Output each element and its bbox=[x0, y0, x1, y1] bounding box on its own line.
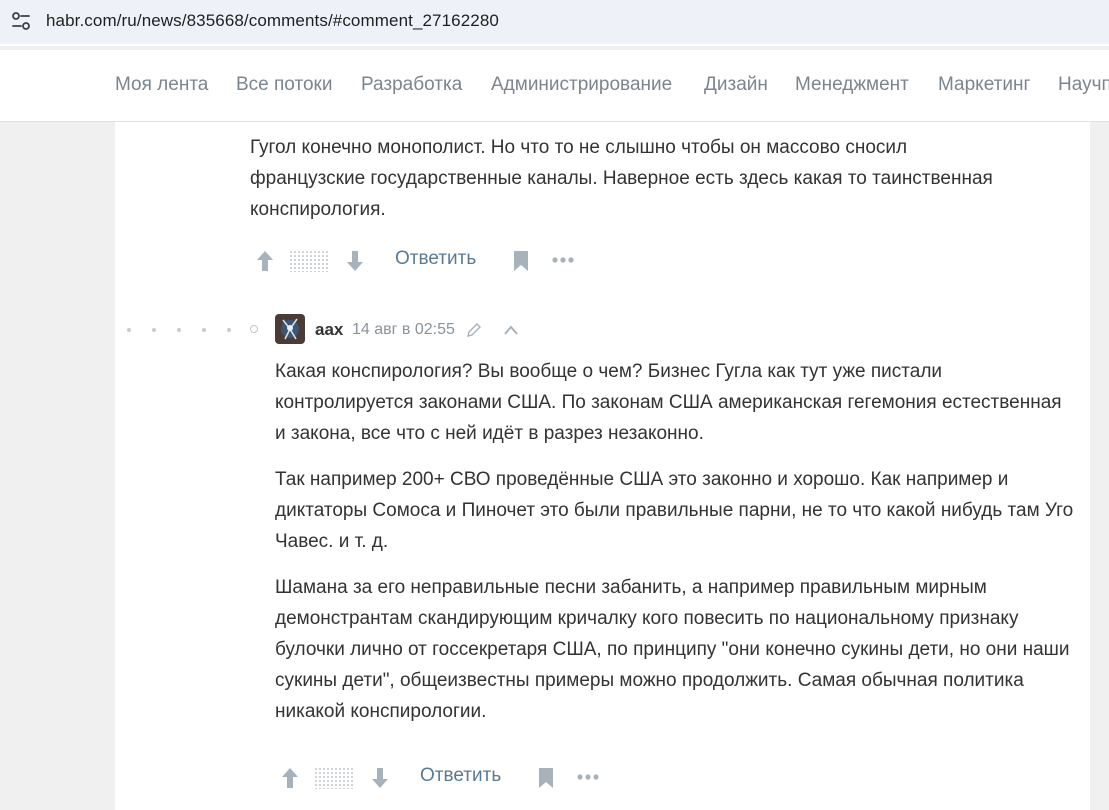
thread-branch-marker bbox=[250, 325, 258, 333]
browser-toolbar: habr.com/ru/news/835668/comments/#commen… bbox=[0, 0, 1109, 46]
address-bar[interactable]: habr.com/ru/news/835668/comments/#commen… bbox=[0, 0, 1109, 44]
vote-up-icon[interactable] bbox=[280, 766, 300, 790]
nav-item-all-streams[interactable]: Все потоки bbox=[236, 74, 332, 96]
reply-button[interactable]: Ответить bbox=[420, 765, 501, 787]
site-settings-icon[interactable] bbox=[10, 10, 32, 32]
nav-item-science[interactable]: Научп bbox=[1058, 74, 1109, 96]
nav-item-my-feed[interactable]: Моя лента bbox=[115, 74, 208, 96]
comment-paragraph: Шамана за его неправильные песни забанит… bbox=[275, 577, 1070, 722]
score-hidden bbox=[314, 767, 354, 789]
comment-paragraph: Гугол конечно монополист. Но что то не с… bbox=[250, 137, 993, 220]
comment-date[interactable]: 14 авг в 02:55 bbox=[352, 321, 455, 339]
nav-item-administration[interactable]: Администрирование bbox=[491, 74, 672, 96]
comment-actions: Ответить bbox=[255, 244, 595, 274]
nav-item-management[interactable]: Менеджмент bbox=[795, 74, 909, 96]
bookmark-icon[interactable] bbox=[538, 767, 554, 789]
vote-down-icon[interactable] bbox=[345, 249, 365, 273]
comment-actions: Ответить bbox=[280, 761, 620, 791]
comment-body: Гугол конечно монополист. Но что то не с… bbox=[250, 132, 1010, 225]
bookmark-icon[interactable] bbox=[513, 250, 529, 272]
comment-paragraph: Какая конспирология? Вы вообще о чем? Би… bbox=[275, 361, 1062, 444]
edited-pencil-icon bbox=[467, 323, 481, 337]
comments-section: Гугол конечно монополист. Но что то не с… bbox=[115, 122, 1090, 810]
reply-button[interactable]: Ответить bbox=[395, 248, 476, 270]
thread-dot bbox=[152, 328, 156, 332]
thread-dot bbox=[177, 328, 181, 332]
nav-item-marketing[interactable]: Маркетинг bbox=[938, 74, 1030, 96]
nav-item-design[interactable]: Дизайн bbox=[704, 74, 768, 96]
more-options-icon[interactable] bbox=[576, 773, 600, 781]
score-hidden bbox=[289, 250, 329, 272]
comment-author[interactable]: aax bbox=[315, 320, 343, 340]
more-options-icon[interactable] bbox=[551, 256, 575, 264]
vote-up-icon[interactable] bbox=[255, 249, 275, 273]
thread-dot bbox=[202, 328, 206, 332]
parent-comment-up-icon[interactable] bbox=[503, 324, 519, 336]
vote-down-icon[interactable] bbox=[370, 766, 390, 790]
thread-dot bbox=[127, 328, 131, 332]
nav-item-development[interactable]: Разработка bbox=[361, 74, 462, 96]
avatar[interactable] bbox=[275, 314, 305, 344]
url-text[interactable]: habr.com/ru/news/835668/comments/#commen… bbox=[46, 11, 499, 31]
top-navigation: Моя лента Все потоки Разработка Админист… bbox=[0, 50, 1109, 122]
comment-body: Какая конспирология? Вы вообще о чем? Би… bbox=[275, 356, 1075, 727]
thread-dot bbox=[227, 328, 231, 332]
comment-paragraph: Так например 200+ СВО проведённые США эт… bbox=[275, 469, 1074, 552]
